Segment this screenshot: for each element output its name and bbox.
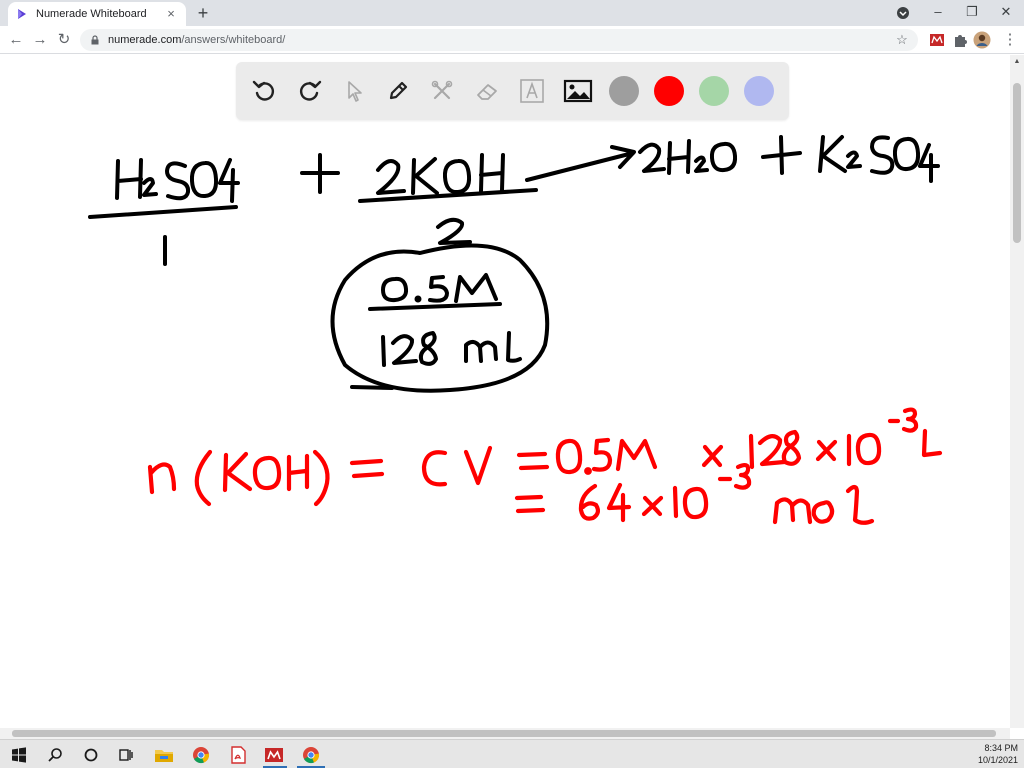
address-bar[interactable]: numerade.com/answers/whiteboard/ ☆	[80, 29, 918, 51]
black-ink-equation	[88, 135, 940, 393]
numerade-icon[interactable]	[263, 744, 285, 766]
browser-tab[interactable]: Numerade Whiteboard ×	[8, 2, 186, 26]
close-window-button[interactable]: ✕	[989, 0, 1023, 26]
url-host: numerade.com	[108, 34, 182, 46]
whiteboard-canvas[interactable]	[0, 55, 1024, 728]
vertical-scrollbar[interactable]: ▲	[1010, 55, 1024, 728]
avatar[interactable]	[973, 31, 991, 49]
pdf-icon[interactable]	[227, 744, 249, 766]
lock-icon	[91, 35, 99, 45]
horizontal-scrollbar[interactable]	[0, 728, 1010, 739]
browser-toolbar: ← → ↻ numerade.com/answers/whiteboard/ ☆…	[0, 26, 1024, 54]
taskbar: 8:34 PM 10/1/2021	[0, 739, 1024, 768]
cortana-icon[interactable]	[80, 744, 102, 766]
chrome-active-icon[interactable]	[300, 744, 322, 766]
star-icon[interactable]: ☆	[894, 32, 910, 48]
back-button[interactable]: ←	[6, 30, 26, 50]
browser-menu-button[interactable]: ⋮	[1000, 30, 1020, 50]
new-tab-button[interactable]: +	[194, 4, 212, 22]
restore-button[interactable]: ❐	[955, 0, 989, 26]
minimize-button[interactable]: –	[921, 0, 955, 26]
extensions-puzzle-icon[interactable]	[951, 31, 969, 49]
clock-date: 10/1/2021	[977, 755, 1018, 765]
file-explorer-icon[interactable]	[153, 744, 175, 766]
url-path: /answers/whiteboard/	[181, 34, 286, 46]
task-view-icon[interactable]	[115, 744, 137, 766]
url-text: numerade.com/answers/whiteboard/	[108, 34, 894, 46]
reload-button[interactable]: ↻	[54, 30, 74, 50]
profile-dropdown-icon[interactable]	[896, 6, 910, 20]
windows-start-icon[interactable]	[8, 744, 30, 766]
chrome-icon[interactable]	[190, 744, 212, 766]
numerade-favicon-icon	[18, 9, 26, 19]
numerade-extension-icon[interactable]	[928, 31, 946, 49]
tab-strip: Numerade Whiteboard × + – ❐ ✕	[0, 0, 1024, 26]
tab-close-icon[interactable]: ×	[164, 7, 178, 21]
whiteboard-drawing	[88, 135, 943, 525]
scroll-up-icon[interactable]: ▲	[1010, 55, 1024, 69]
horizontal-scroll-thumb[interactable]	[12, 730, 996, 737]
vertical-scroll-thumb[interactable]	[1013, 83, 1021, 243]
search-icon[interactable]	[44, 744, 66, 766]
forward-button[interactable]: →	[30, 30, 50, 50]
system-clock[interactable]: 8:34 PM 10/1/2021	[968, 742, 1018, 766]
tab-title: Numerade Whiteboard	[36, 8, 147, 20]
red-ink-calculation	[147, 407, 943, 525]
clock-time: 8:34 PM	[984, 743, 1018, 753]
